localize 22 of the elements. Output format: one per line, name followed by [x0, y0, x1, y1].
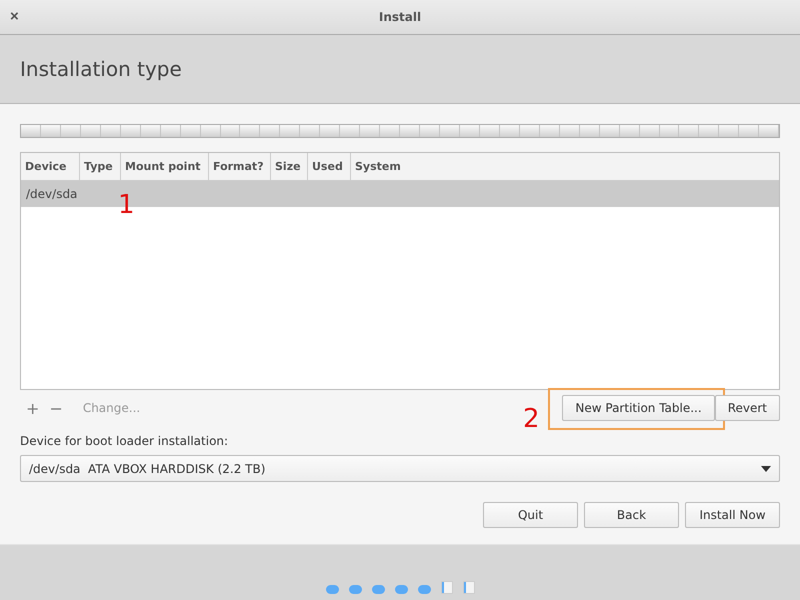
page-title: Installation type: [20, 57, 182, 81]
table-cell-text: /dev/sda: [25, 187, 78, 201]
dialog-button[interactable]: Quit: [483, 502, 578, 528]
column-header[interactable]: System: [351, 153, 779, 180]
boot-loader-label: Device for boot loader installation:: [20, 434, 230, 448]
revert-button[interactable]: Revert: [714, 395, 780, 421]
close-button[interactable]: ×: [8, 8, 21, 25]
column-header[interactable]: Size: [271, 153, 308, 180]
add-button[interactable]: +: [22, 398, 44, 418]
remove-button[interactable]: −: [45, 398, 67, 418]
dropdown-arrow-icon: [761, 466, 771, 472]
dialog-button[interactable]: Back: [584, 502, 679, 528]
column-header[interactable]: Mount point: [121, 153, 209, 180]
column-header[interactable]: Format?: [209, 153, 271, 180]
column-header[interactable]: Type: [80, 153, 121, 180]
boot-loader-dropdown[interactable]: /dev/sda ATA VBOX HARDDISK (2.2 TB): [20, 455, 780, 482]
new-partition-table-button[interactable]: New Partition Table...: [562, 395, 715, 421]
annotation-number: 2: [523, 404, 540, 434]
dialog-button[interactable]: Install Now: [685, 502, 780, 528]
column-header[interactable]: Device: [21, 153, 80, 180]
window-title: Install: [378, 10, 422, 24]
column-header[interactable]: Used: [308, 153, 351, 180]
